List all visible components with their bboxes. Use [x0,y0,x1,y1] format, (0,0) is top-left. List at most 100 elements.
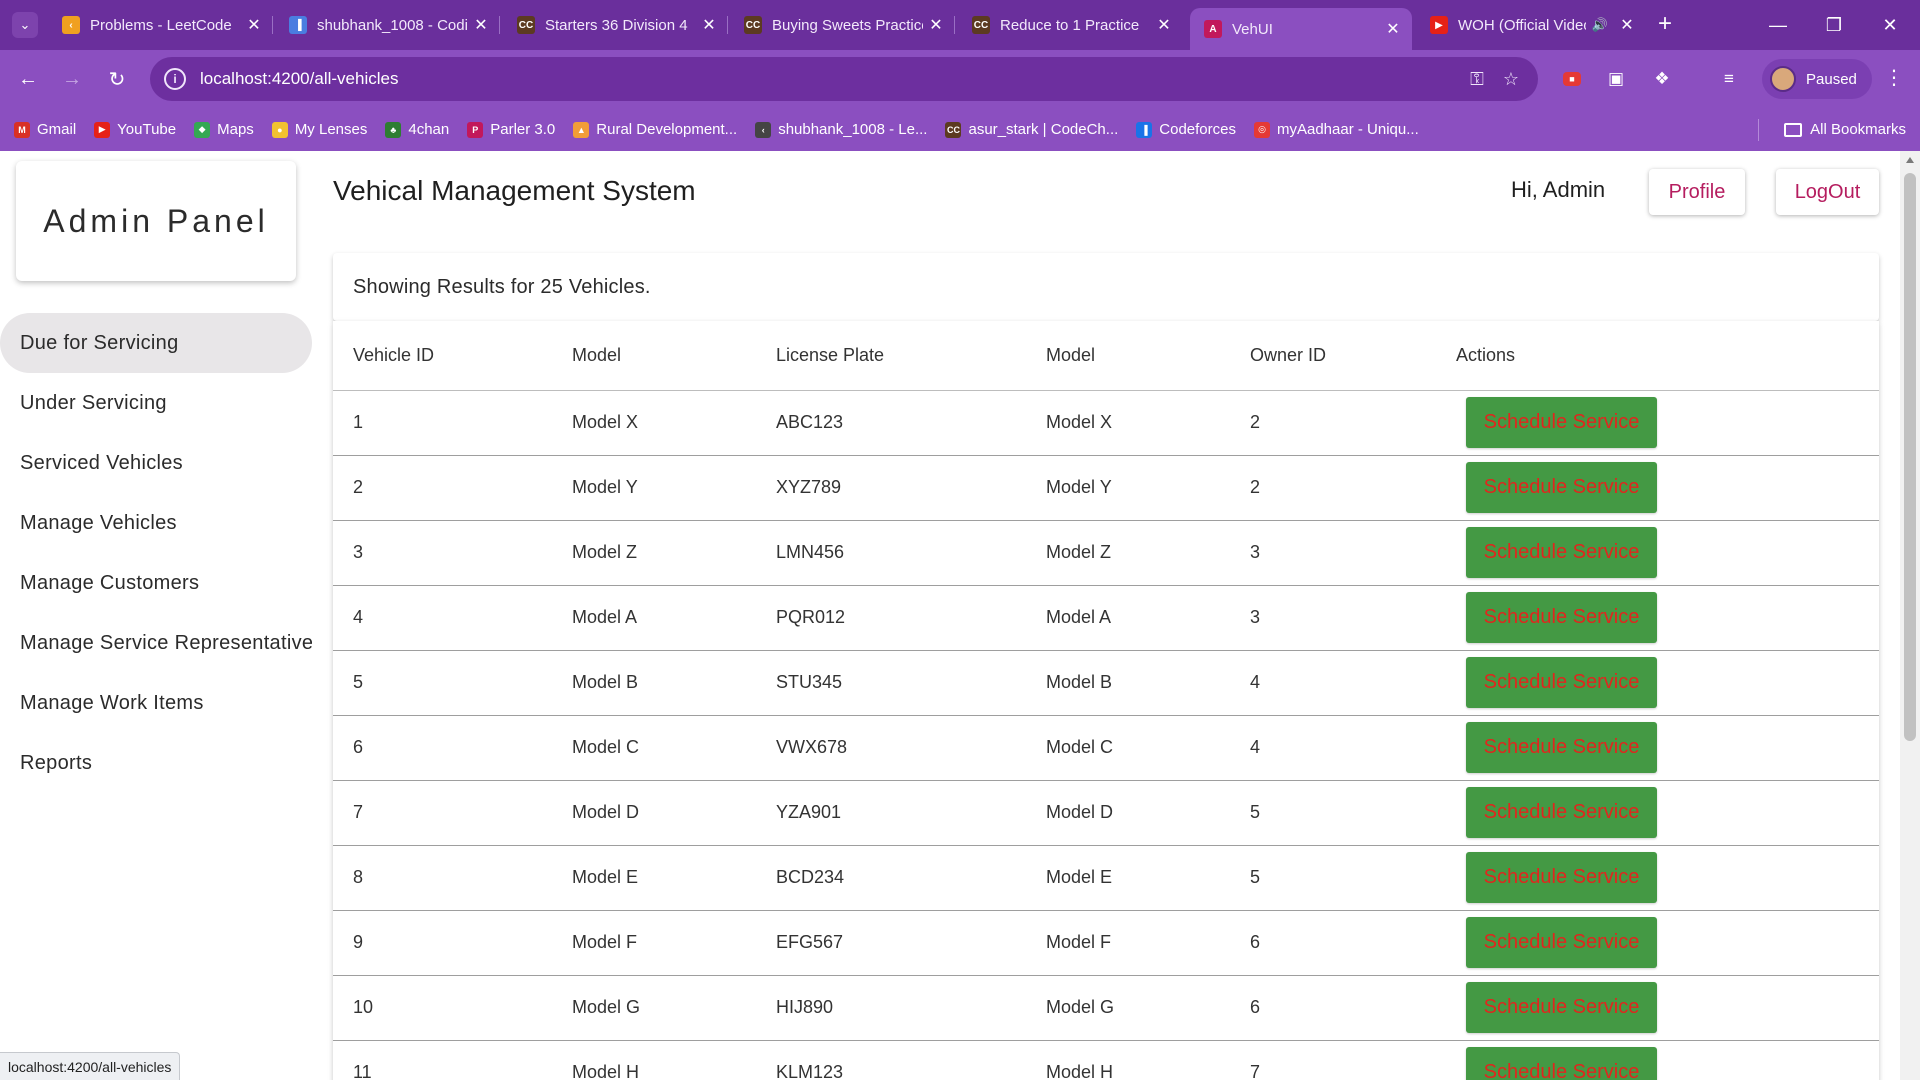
bookmark-label: Gmail [37,121,77,138]
all-bookmarks-button[interactable]: All Bookmarks [1784,108,1906,151]
all-bookmarks-label: All Bookmarks [1810,121,1906,138]
tab[interactable]: CC Reduce to 1 Practice ✕ [958,8,1183,42]
actions-cell: Schedule Service [1436,390,1879,456]
schedule-service-button[interactable]: Schedule Service [1466,462,1657,513]
bookmark-item[interactable]: M Gmail [14,121,76,138]
actions-cell: Schedule Service [1436,520,1879,586]
table-cell: Model B [1026,650,1230,716]
status-bar-url: localhost:4200/all-vehicles [0,1052,181,1080]
address-bar[interactable]: i localhost:4200/all-vehicles ⚿ ☆ [150,57,1538,101]
bookmark-item[interactable]: CC asur_stark | CodeCh... [945,121,1118,138]
profile-chip[interactable]: Paused [1762,59,1872,99]
restore-button[interactable]: ❐ [1806,6,1862,44]
bookmark-item[interactable]: ● My Lenses [271,121,367,138]
tab-active[interactable]: A VehUI ✕ [1190,8,1412,50]
back-arrow-icon[interactable]: ← [12,63,44,95]
minimize-button[interactable]: — [1750,6,1806,44]
tab-close-icon[interactable]: ✕ [468,15,494,35]
tab-search-chevron-icon[interactable]: ⌄ [12,12,38,38]
page-scrollbar[interactable] [1900,151,1920,1080]
schedule-service-button[interactable]: Schedule Service [1466,657,1657,708]
schedule-service-button[interactable]: Schedule Service [1466,1047,1657,1080]
sidebar-item-due-for-servicing[interactable]: Due for Servicing [0,313,312,373]
table-cell: BCD234 [756,845,1026,911]
table-cell: EFG567 [756,910,1026,976]
codechef-icon: CC [517,16,535,34]
tab[interactable]: ‹ Problems - LeetCode ✕ [48,8,273,42]
bookmarks-bar: M Gmail ▶ YouTube ◆ Maps ● My Lenses ♣ 4chan P Parl… [0,108,1920,151]
table-cell: XYZ789 [756,455,1026,521]
sidebar-item-manage-work-items[interactable]: Manage Work Items [0,673,312,733]
tab-close-icon[interactable]: ✕ [923,15,949,35]
tab[interactable]: ▶ WOH (Official Video) 🔊 ✕ [1416,8,1646,42]
table-cell: STU345 [756,650,1026,716]
table-cell: HIJ890 [756,975,1026,1041]
tab[interactable]: ▐ shubhank_1008 - Coding Profiles✕ [275,8,500,42]
tab-close-icon[interactable]: ✕ [1614,15,1640,35]
extension-red-icon[interactable]: ■ [1563,72,1581,86]
browser-menu-icon[interactable]: ⋮ [1880,65,1908,90]
table-row: 10 Model G HIJ890 Model G 6 Schedule Service [333,975,1879,1041]
schedule-service-button[interactable]: Schedule Service [1466,852,1657,903]
lenses-icon: ● [271,121,288,138]
bookmark-label: shubhank_1008 - Le... [778,121,928,138]
bookmark-item[interactable]: ▐ Codeforces [1136,121,1236,138]
extension-grey-icon[interactable]: ▣ [1602,65,1630,93]
media-control-icon[interactable]: ≡ [1715,65,1743,93]
bookmark-item[interactable]: ▶ YouTube [94,121,176,138]
sidebar-item-serviced-vehicles[interactable]: Serviced Vehicles [0,433,312,493]
address-url[interactable]: localhost:4200/all-vehicles [200,69,1460,89]
tab[interactable]: CC Buying Sweets Practice ✕ [730,8,955,42]
bookmark-item[interactable]: ◎ myAadhaar - Uniqu... [1254,121,1419,138]
table-row: 6 Model C VWX678 Model C 4 Schedule Service [333,715,1879,781]
table-cell: Model G [552,975,756,1041]
forward-arrow-icon[interactable]: → [56,63,88,95]
site-info-icon[interactable]: i [164,68,186,90]
codechef-icon: CC [744,16,762,34]
sidebar-item-reports[interactable]: Reports [0,733,312,793]
actions-cell: Schedule Service [1436,585,1879,651]
tab-close-icon[interactable]: ✕ [696,15,722,35]
bookmark-item[interactable]: ◆ Maps [194,121,254,138]
sidebar-item-manage-customers[interactable]: Manage Customers [0,553,312,613]
schedule-service-button[interactable]: Schedule Service [1466,917,1657,968]
sidebar-item-manage-service-representatives[interactable]: Manage Service Representatives [0,613,312,673]
tab-close-icon[interactable]: ✕ [241,15,267,35]
tab-close-icon[interactable]: ✕ [1380,19,1406,39]
schedule-service-button[interactable]: Schedule Service [1466,722,1657,773]
schedule-service-button[interactable]: Schedule Service [1466,527,1657,578]
maps-icon: ◆ [194,121,211,138]
schedule-service-button[interactable]: Schedule Service [1466,982,1657,1033]
schedule-service-button[interactable]: Schedule Service [1466,397,1657,448]
bookmark-star-icon[interactable]: ☆ [1494,69,1528,90]
bookmark-item[interactable]: P Parler 3.0 [467,121,555,138]
logout-button[interactable]: LogOut [1776,169,1879,215]
sidebar-item-under-servicing[interactable]: Under Servicing [0,373,312,433]
tab-close-icon[interactable]: ✕ [1151,15,1177,35]
audio-playing-icon[interactable]: 🔊 [1592,17,1608,33]
codeforces-icon: ▐ [1136,121,1153,138]
actions-cell: Schedule Service [1436,715,1879,781]
sidebar-item-manage-vehicles[interactable]: Manage Vehicles [0,493,312,553]
table-cell: 7 [1230,1040,1436,1080]
extensions-puzzle-icon[interactable]: ❖ [1648,65,1676,93]
table-row: 5 Model B STU345 Model B 4 Schedule Service [333,650,1879,716]
profile-button[interactable]: Profile [1649,169,1745,215]
scroll-up-arrow-icon[interactable] [1906,157,1914,163]
schedule-service-button[interactable]: Schedule Service [1466,592,1657,643]
bookmark-item[interactable]: ‹ shubhank_1008 - Le... [755,121,927,138]
tab[interactable]: CC Starters 36 Division 4 ✕ [503,8,728,42]
new-tab-button[interactable]: + [1652,12,1678,38]
table-cell: 3 [333,520,552,586]
table-cell: Model F [1026,910,1230,976]
scrollbar-thumb[interactable] [1904,173,1916,741]
reload-icon[interactable]: ↻ [101,63,133,95]
bookmark-item[interactable]: ▲ Rural Development... [573,121,737,138]
greeting: Hi, Admin [1511,177,1606,202]
password-key-icon[interactable]: ⚿ [1460,69,1494,90]
bookmark-item[interactable]: ♣ 4chan [385,121,449,138]
window-close-button[interactable]: ✕ [1862,6,1918,44]
schedule-service-button[interactable]: Schedule Service [1466,787,1657,838]
table-cell: Model X [552,390,756,456]
parler-icon: P [467,121,484,138]
